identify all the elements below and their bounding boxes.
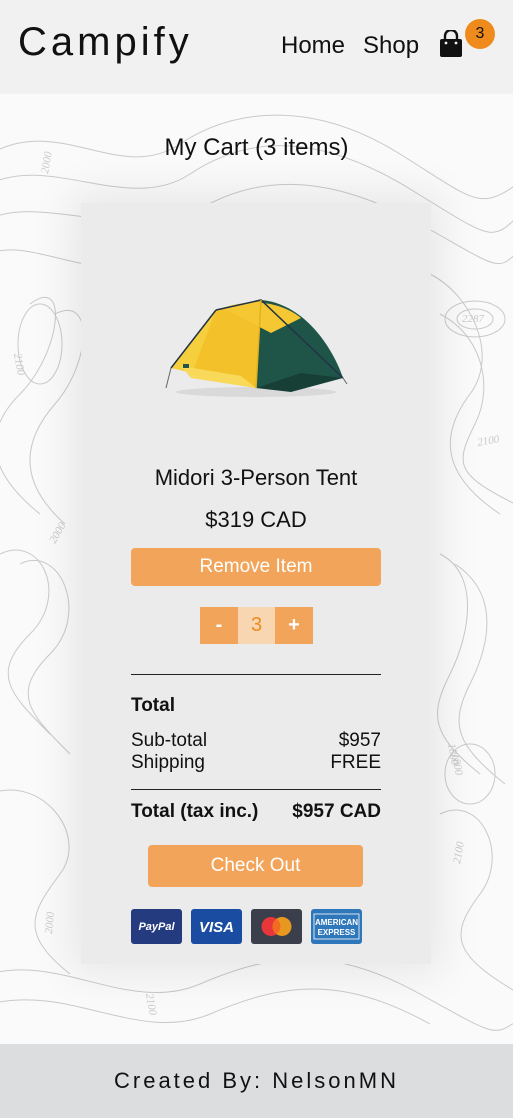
shipping-value: FREE <box>330 752 381 773</box>
decrement-button[interactable]: - <box>200 607 238 644</box>
nav-home-link[interactable]: Home <box>281 32 345 60</box>
cart-card: Midori 3-Person Tent $319 CAD Remove Ite… <box>81 203 431 964</box>
checkout-button[interactable]: Check Out <box>148 845 363 887</box>
cart-title: My Cart (3 items) <box>164 134 349 161</box>
total-label: Total (tax inc.) <box>131 801 259 822</box>
product-price: $319 CAD <box>205 507 307 532</box>
amex-text-line2: EXPRESS <box>318 928 356 937</box>
cart-count-badge[interactable]: 3 <box>465 19 495 49</box>
amex-icon: AMERICAN EXPRESS <box>311 909 362 944</box>
contour-label: 1800 <box>445 742 461 766</box>
increment-button[interactable]: + <box>275 607 313 644</box>
nav-shop-link[interactable]: Shop <box>363 32 419 60</box>
product-name[interactable]: Midori 3-Person Tent <box>81 465 431 491</box>
summary-divider-top <box>131 674 381 675</box>
paypal-icon: PayPal <box>131 909 182 944</box>
contour-label: 2287 <box>462 313 485 325</box>
quantity-value[interactable]: 3 <box>238 607 275 644</box>
subtotal-row: Sub-total $957 <box>131 730 381 752</box>
site-header: Campify Home Shop 3 <box>0 0 513 94</box>
summary-divider-bottom <box>131 789 381 790</box>
subtotal-label: Sub-total <box>131 730 208 751</box>
shipping-label: Shipping <box>131 752 205 773</box>
subtotal-value: $957 <box>338 730 381 751</box>
contour-label: 2100 <box>476 433 500 449</box>
contour-label: 2000 <box>47 520 69 545</box>
paypal-text: PayPal <box>138 921 175 933</box>
quantity-stepper: - 3 + <box>200 607 313 644</box>
mastercard-icon <box>251 909 302 944</box>
tent-product-image <box>165 299 348 397</box>
footer-credit: Created By: NelsonMN <box>114 1068 399 1093</box>
amex-text-line1: AMERICAN <box>315 918 358 927</box>
summary-heading: Total <box>131 695 175 716</box>
total-value: $957 CAD <box>292 801 381 822</box>
visa-icon: VISA <box>191 909 242 944</box>
site-footer: Created By: NelsonMN <box>0 1044 513 1118</box>
payment-methods: PayPal VISA AMERICAN EXPRESS <box>131 909 362 944</box>
total-row: Total (tax inc.) $957 CAD <box>131 801 381 823</box>
contour-label: 2100 <box>143 992 159 1016</box>
visa-text: VISA <box>199 919 234 936</box>
remove-item-button[interactable]: Remove Item <box>131 548 381 586</box>
main-nav: Home Shop <box>281 32 419 60</box>
site-logo[interactable]: Campify <box>18 20 193 65</box>
contour-label: 2100 <box>451 840 467 864</box>
contour-label: 2100 <box>11 352 27 376</box>
contour-label: 2000 <box>43 911 57 934</box>
shopping-bag-icon[interactable] <box>438 30 464 58</box>
shipping-row: Shipping FREE <box>131 752 381 774</box>
